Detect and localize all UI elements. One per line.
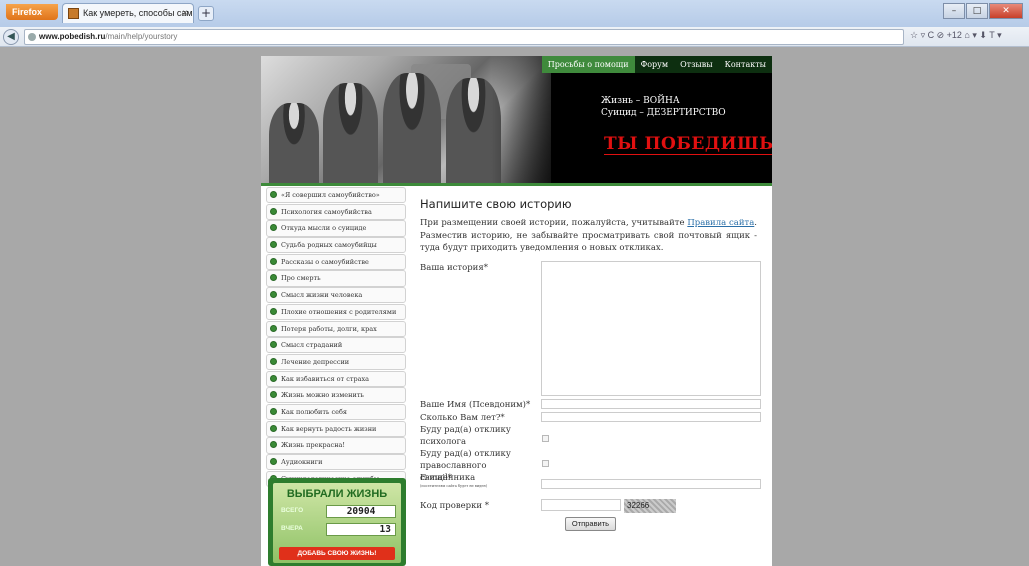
sidebar-item[interactable]: Лечение депрессии <box>266 353 406 371</box>
menu-item-forum[interactable]: Форум <box>634 56 675 73</box>
psychologist-checkbox[interactable] <box>542 435 549 442</box>
browser-titlebar: Firefox Как умереть, способы самоубийств… <box>0 0 1029 27</box>
menu-item-reviews[interactable]: Отзывы <box>674 56 719 73</box>
top-menu: Просьбы о помощи Форум Отзывы Контакты <box>541 56 772 73</box>
slogan-line-2: Суицид – ДЕЗЕРТИРСТВО <box>601 108 726 118</box>
sidebar-item[interactable]: Жизнь можно изменить <box>266 387 406 404</box>
site-header: Просьбы о помощи Форум Отзывы Контакты Ж… <box>261 56 772 183</box>
form-intro: При размещении своей истории, пожалуйста… <box>420 217 757 255</box>
site-favicon-icon <box>68 8 79 19</box>
age-label: Сколько Вам лет?* <box>420 413 505 423</box>
sidebar-item[interactable]: Про смерть <box>266 270 406 287</box>
menu-item-contacts[interactable]: Контакты <box>718 56 772 73</box>
sidebar-menu: «Я совершил самоубийство» Психология сам… <box>266 187 406 487</box>
banner-total-label: ВСЕГО <box>281 507 304 514</box>
close-window-icon[interactable]: ✕ <box>989 3 1023 19</box>
soldier-figure <box>269 103 319 183</box>
psychologist-label: Буду рад(а) отклику психолога <box>420 425 511 447</box>
sidebar-item[interactable]: Откуда мысли о суициде <box>266 220 406 237</box>
maximize-icon[interactable]: □ <box>966 3 988 19</box>
priest-checkbox[interactable] <box>542 460 549 467</box>
slogan-line-1: Жизнь – ВОЙНА <box>601 96 680 106</box>
age-input[interactable] <box>541 412 761 422</box>
email-input[interactable] <box>541 479 761 489</box>
banner-inner: ВЫБРАЛИ ЖИЗНЬ ВСЕГО 20904 ВЧЕРА 13 ДОБАВ… <box>273 483 401 563</box>
url-path: /main/help/yourstory <box>105 32 178 41</box>
sidebar-item[interactable]: Как вернуть радость жизни <box>266 420 406 437</box>
browser-tab[interactable]: Как умереть, способы самоубийств... × <box>62 3 194 23</box>
add-your-life-button[interactable]: ДОБАВЬ СВОЮ ЖИЗНЬ! <box>279 547 395 560</box>
banner-yesterday-value: 13 <box>326 523 396 536</box>
web-page: Просьбы о помощи Форум Отзывы Контакты Ж… <box>261 56 772 566</box>
sidebar-item[interactable]: Смысл страданий <box>266 337 406 354</box>
sidebar-item[interactable]: Рассказы о самоубийстве <box>266 253 406 270</box>
captcha-input[interactable] <box>541 499 621 511</box>
logo-text: ТЫ ПОБЕДИШЬ! <box>604 134 772 155</box>
address-bar[interactable]: www.pobedish.ru/main/help/yourstory <box>24 29 904 45</box>
name-input[interactable] <box>541 399 761 409</box>
toolbar-icons[interactable]: ☆ ▿ C ⊘ +12 ⌂ ▾ ⬇ T ▾ <box>910 30 1002 41</box>
firefox-menu-button[interactable]: Firefox <box>6 4 58 20</box>
captcha-image: 32266 <box>624 499 676 513</box>
header-divider <box>261 183 772 186</box>
new-tab-button[interactable]: + <box>198 6 214 21</box>
sidebar-item[interactable]: Как избавиться от страха <box>266 370 406 387</box>
window-controls: – □ ✕ <box>943 3 1023 19</box>
banner-title: ВЫБРАЛИ ЖИЗНЬ <box>286 488 388 500</box>
captcha-label: Код проверки * <box>420 501 490 511</box>
site-rules-link[interactable]: Правила сайта <box>687 218 754 228</box>
story-label: Ваша история* <box>420 263 488 273</box>
email-label: E-mail* (посетителям сайта будет не виден… <box>420 472 487 489</box>
photo-fade <box>491 56 571 183</box>
tab-title: Как умереть, способы самоубийств... <box>83 8 193 18</box>
banner-total-row: ВСЕГО 20904 <box>281 505 396 518</box>
name-label: Ваше Имя (Псевдоним)* <box>420 400 531 410</box>
minimize-icon[interactable]: – <box>943 3 965 19</box>
sidebar-item[interactable]: Жизнь прекрасна! <box>266 437 406 454</box>
submit-button[interactable]: Отправить <box>565 517 616 531</box>
site-logo[interactable]: ТЫ ПОБЕДИШЬ!ру <box>604 134 772 155</box>
menu-item-help-requests[interactable]: Просьбы о помощи <box>541 56 635 73</box>
sidebar-item[interactable]: Как полюбить себя <box>266 403 406 421</box>
sidebar-item[interactable]: Психология самоубийства <box>266 203 406 220</box>
banner-yesterday-row: ВЧЕРА 13 <box>281 523 396 536</box>
back-arrow-icon[interactable]: ◀ <box>3 29 19 45</box>
sidebar-item[interactable]: Аудиокниги <box>266 454 406 471</box>
chose-life-banner[interactable]: ВЫБРАЛИ ЖИЗНЬ ВСЕГО 20904 ВЧЕРА 13 ДОБАВ… <box>268 478 406 566</box>
sidebar-item[interactable]: Судьба родных самоубийцы <box>266 237 406 254</box>
banner-yesterday-label: ВЧЕРА <box>281 525 303 532</box>
email-note: (посетителям сайта будет не виден) <box>420 484 488 488</box>
sidebar-item[interactable]: Плохие отношения с родителями <box>266 303 406 320</box>
soldier-figure <box>383 73 441 183</box>
site-identity-icon[interactable] <box>28 33 36 41</box>
url-domain: www.pobedish.ru <box>39 32 106 41</box>
soldier-figure <box>323 83 378 183</box>
banner-total-value: 20904 <box>326 505 396 518</box>
sidebar-item[interactable]: Смысл жизни человека <box>266 287 406 304</box>
intro-text-before: При размещении своей истории, пожалуйста… <box>420 218 688 228</box>
story-textarea[interactable] <box>541 261 761 396</box>
navigation-bar: ◀ www.pobedish.ru/main/help/yourstory ☆ … <box>0 27 1029 47</box>
tab-close-icon[interactable]: × <box>182 4 188 23</box>
email-label-text: E-mail* <box>420 473 453 483</box>
page-title: Напишите свою историю <box>420 197 572 211</box>
sidebar-item[interactable]: Потеря работы, долги, крах <box>266 320 406 337</box>
sidebar-item[interactable]: «Я совершил самоубийство» <box>266 187 406 204</box>
